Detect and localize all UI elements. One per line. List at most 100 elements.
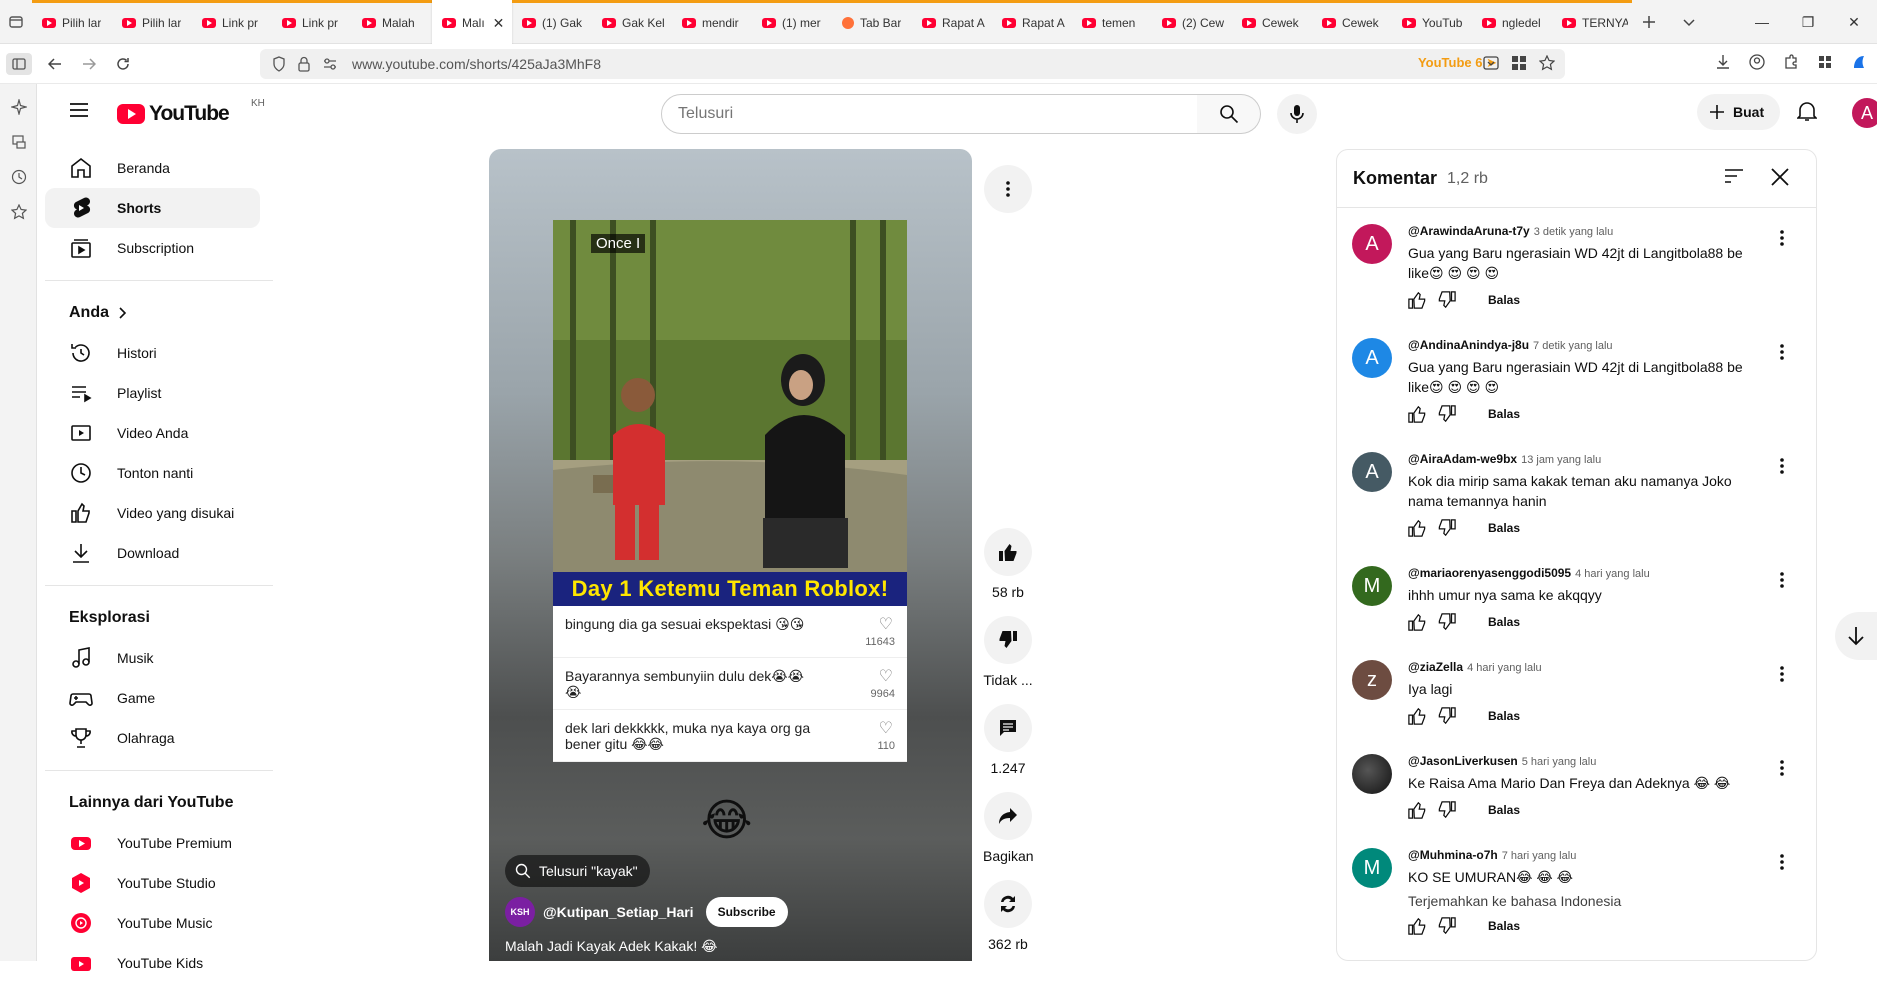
browser-tab[interactable]: Cewek bbox=[1232, 0, 1312, 44]
downloads-icon[interactable] bbox=[1715, 54, 1731, 70]
guide-item-shorts[interactable]: Shorts bbox=[45, 188, 260, 228]
reply-button[interactable]: Balas bbox=[1488, 615, 1520, 629]
guide-item-history[interactable]: Histori bbox=[45, 333, 260, 373]
thumbs-down-icon[interactable] bbox=[1438, 519, 1456, 537]
shorts-video-player[interactable]: Once I Day 1 Ketemu Teman Roblox! bingun… bbox=[489, 149, 972, 961]
guide-item-home[interactable]: Beranda bbox=[45, 148, 260, 188]
browser-tab[interactable]: Rapat A bbox=[992, 0, 1072, 44]
subscribe-button[interactable]: Subscribe bbox=[705, 897, 788, 927]
more-vert-icon[interactable] bbox=[1780, 572, 1784, 588]
search-box[interactable] bbox=[661, 94, 1198, 134]
reply-button[interactable]: Balas bbox=[1488, 803, 1520, 817]
browser-tab[interactable]: Gak Kel bbox=[592, 0, 672, 44]
forward-button[interactable] bbox=[72, 57, 106, 71]
lock-icon[interactable] bbox=[298, 56, 310, 72]
url-text[interactable]: www.youtube.com/shorts/425aJa3MhF8 bbox=[352, 56, 601, 72]
thumbs-down-icon[interactable] bbox=[1438, 291, 1456, 309]
thumbs-up-icon[interactable] bbox=[1408, 917, 1426, 935]
account-avatar[interactable]: A bbox=[1852, 98, 1877, 128]
thumbs-up-icon[interactable] bbox=[1408, 291, 1426, 309]
comment-avatar[interactable]: M bbox=[1352, 848, 1392, 888]
channel-name[interactable]: @Kutipan_Setiap_Hari bbox=[543, 904, 694, 920]
browser-tab[interactable]: Link pr bbox=[192, 0, 272, 44]
sidebar-synced-tabs-button[interactable] bbox=[0, 124, 37, 159]
comment-avatar[interactable]: z bbox=[1352, 660, 1392, 700]
bookmark-star-icon[interactable] bbox=[1539, 55, 1555, 71]
comment-time[interactable]: 7 detik yang lalu bbox=[1533, 340, 1613, 352]
browser-tab[interactable]: Cewek bbox=[1312, 0, 1392, 44]
browser-tab[interactable]: mendir bbox=[672, 0, 752, 44]
comments-list[interactable]: A @ArawindaAruna-t7y 3 detik yang lalu Gua … bbox=[1337, 208, 1816, 948]
sidebar-toggle-button[interactable] bbox=[6, 52, 32, 75]
comment-author[interactable]: @ziaZella bbox=[1408, 660, 1463, 674]
restore-button[interactable]: ❐ bbox=[1785, 14, 1831, 31]
guide-item-yt-music[interactable]: YouTube Music bbox=[45, 903, 260, 943]
shield-icon[interactable] bbox=[272, 56, 286, 72]
comment-author[interactable]: @JasonLiverkusen bbox=[1408, 754, 1518, 768]
thumbs-up-icon[interactable] bbox=[1408, 519, 1426, 537]
sidebar-history-button[interactable] bbox=[0, 159, 37, 194]
comment-time[interactable]: 3 detik yang lalu bbox=[1534, 226, 1614, 238]
comment-time[interactable]: 4 hari yang lalu bbox=[1467, 662, 1542, 674]
browser-tab[interactable]: (2) Cew bbox=[1152, 0, 1232, 44]
comment-time[interactable]: 13 jam yang lalu bbox=[1521, 454, 1601, 466]
reply-button[interactable]: Balas bbox=[1488, 919, 1520, 933]
browser-tab[interactable]: (1) mer bbox=[752, 0, 832, 44]
reply-button[interactable]: Balas bbox=[1488, 709, 1520, 723]
notifications-button[interactable] bbox=[1797, 100, 1817, 122]
extensions-icon[interactable] bbox=[1783, 54, 1799, 70]
browser-tab[interactable]: Link pr bbox=[272, 0, 352, 44]
comments-button[interactable]: 1.247 bbox=[983, 704, 1033, 776]
browser-tab[interactable]: Tab Bar bbox=[832, 0, 912, 44]
account-icon[interactable] bbox=[1749, 54, 1765, 70]
address-bar[interactable]: www.youtube.com/shorts/425aJa3MhF8 YouTu… bbox=[260, 49, 1565, 79]
more-vert-icon[interactable] bbox=[1780, 458, 1784, 474]
comment-author[interactable]: @mariaorenyasenggodi5095 bbox=[1408, 566, 1571, 580]
dislike-button[interactable]: Tidak ... bbox=[983, 616, 1033, 688]
more-vert-icon[interactable] bbox=[1780, 760, 1784, 776]
comment-avatar[interactable]: M bbox=[1352, 566, 1392, 606]
permissions-icon[interactable] bbox=[322, 56, 338, 72]
sort-comments-button[interactable] bbox=[1724, 168, 1744, 184]
thumbs-down-icon[interactable] bbox=[1438, 801, 1456, 819]
comment-author[interactable]: @AndinaAnindya-j8u bbox=[1408, 338, 1529, 352]
comment-time[interactable]: 4 hari yang lalu bbox=[1575, 568, 1650, 580]
more-actions-button[interactable] bbox=[983, 165, 1033, 213]
comment-time[interactable]: 7 hari yang lalu bbox=[1502, 850, 1577, 862]
tab-list-dropdown[interactable] bbox=[1682, 15, 1696, 29]
save-to-pocket-icon[interactable] bbox=[1483, 55, 1499, 71]
reply-button[interactable]: Balas bbox=[1488, 293, 1520, 307]
thumbs-up-icon[interactable] bbox=[1408, 707, 1426, 725]
copilot-icon[interactable] bbox=[1851, 54, 1867, 70]
thumbs-down-icon[interactable] bbox=[1438, 917, 1456, 935]
comment-avatar[interactable]: A bbox=[1352, 224, 1392, 264]
back-button[interactable] bbox=[38, 57, 72, 71]
browser-tab[interactable]: (1) Gak bbox=[512, 0, 592, 44]
thumbs-down-icon[interactable] bbox=[1438, 613, 1456, 631]
guide-item-music[interactable]: Musik bbox=[45, 638, 260, 678]
guide-item-download[interactable]: Download bbox=[45, 533, 260, 573]
browser-tab[interactable]: YouTub bbox=[1392, 0, 1472, 44]
create-button[interactable]: Buat bbox=[1697, 94, 1781, 130]
extensions-grid-icon[interactable] bbox=[1511, 55, 1527, 71]
guide-item-gaming[interactable]: Game bbox=[45, 678, 260, 718]
thumbs-down-icon[interactable] bbox=[1438, 405, 1456, 423]
search-input[interactable] bbox=[662, 105, 1197, 123]
comment-author[interactable]: @AiraAdam-we9bx bbox=[1408, 452, 1517, 466]
guide-item-subscriptions[interactable]: Subscription bbox=[45, 228, 260, 268]
browser-tab[interactable]: TERNYA bbox=[1552, 0, 1632, 44]
guide-menu-button[interactable] bbox=[69, 102, 89, 118]
thumbs-up-icon[interactable] bbox=[1408, 801, 1426, 819]
voice-search-button[interactable] bbox=[1277, 94, 1317, 134]
apps-grid-icon[interactable] bbox=[1817, 54, 1833, 70]
minimize-button[interactable]: — bbox=[1739, 14, 1785, 30]
guide-item-playlist[interactable]: Playlist bbox=[45, 373, 260, 413]
thumbs-up-icon[interactable] bbox=[1408, 405, 1426, 423]
browser-tab[interactable]: Malah bbox=[352, 0, 432, 44]
comment-author[interactable]: @Muhmina-o7h bbox=[1408, 848, 1498, 862]
guide-item-liked[interactable]: Video yang disukai bbox=[45, 493, 260, 533]
reply-button[interactable]: Balas bbox=[1488, 521, 1520, 535]
like-button[interactable]: 58 rb bbox=[983, 528, 1033, 600]
channel-avatar[interactable]: KSH bbox=[505, 897, 535, 927]
share-button[interactable]: Bagikan bbox=[983, 792, 1034, 864]
